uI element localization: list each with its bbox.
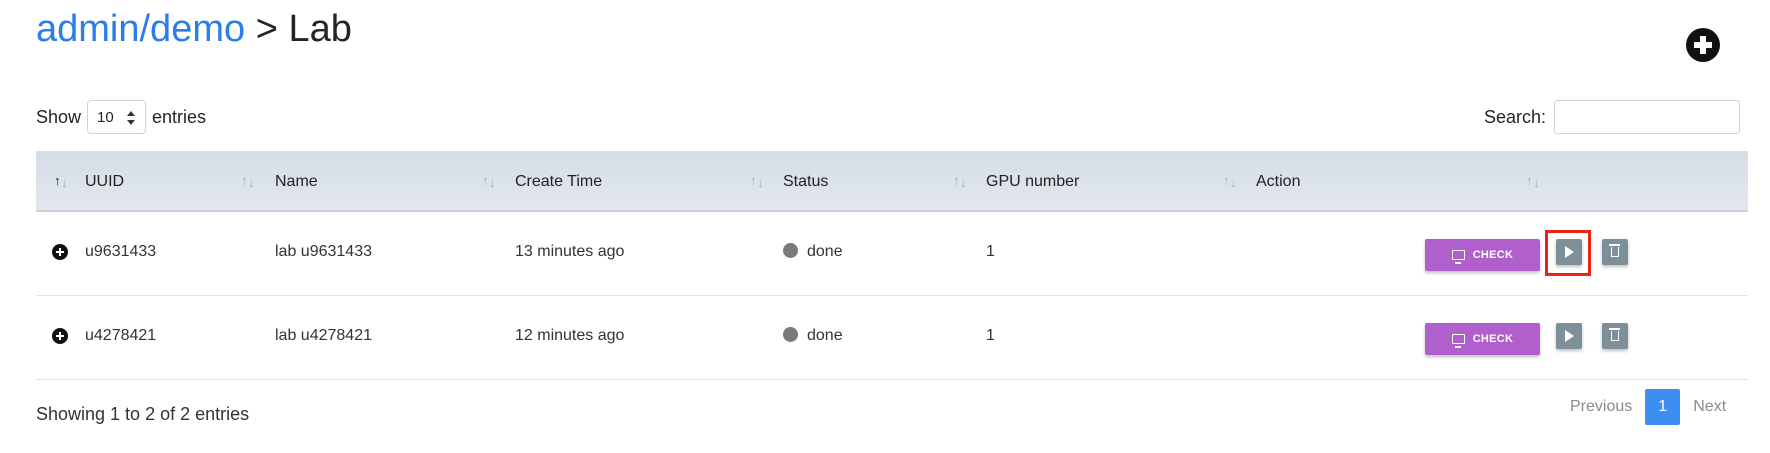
breadcrumb-current: Lab: [288, 8, 352, 50]
status-text: done: [807, 327, 843, 344]
start-button[interactable]: [1556, 323, 1582, 349]
expand-row-icon[interactable]: [52, 244, 68, 260]
table-info: Showing 1 to 2 of 2 entries: [36, 404, 250, 424]
search-label: Search:: [1483, 106, 1546, 127]
column-header-create-time[interactable]: Create Time: [515, 151, 750, 212]
cell-gpu-number: 1: [986, 243, 995, 260]
status-text: done: [807, 243, 843, 260]
cell-gpu-number: 1: [986, 327, 995, 344]
breadcrumb-separator: >: [255, 8, 278, 50]
column-header-status[interactable]: Status: [783, 151, 953, 212]
trash-icon: [1609, 244, 1620, 257]
status-dot-icon: [783, 243, 798, 258]
cell-create-time: 12 minutes ago: [515, 327, 625, 344]
add-lab-button[interactable]: [1686, 28, 1720, 62]
monitor-icon: [1451, 334, 1465, 348]
cell-create-time: 13 minutes ago: [515, 243, 625, 260]
column-label-name: Name: [275, 172, 318, 190]
entries-per-page-select[interactable]: 10: [87, 100, 147, 134]
column-label-status: Status: [783, 172, 829, 190]
column-header-name[interactable]: Name: [275, 151, 480, 212]
table-row: u9631433 lab u9631433 13 minutes ago don…: [36, 212, 1748, 296]
expand-row-icon[interactable]: [52, 328, 68, 344]
breadcrumb-link-admin-demo[interactable]: admin/demo: [36, 8, 245, 50]
check-button-label: CHECK: [1472, 333, 1514, 345]
select-arrows-icon: [127, 111, 136, 125]
entries-label: entries: [152, 106, 207, 127]
page-title: admin/demo > Lab: [36, 6, 352, 52]
check-button-label: CHECK: [1472, 249, 1514, 261]
column-label-action: Action: [1256, 172, 1301, 190]
pagination-page-1[interactable]: 1: [1645, 389, 1681, 425]
sort-icon[interactable]: [953, 173, 969, 191]
entries-per-page-value: 10: [97, 108, 114, 126]
monitor-icon: [1451, 250, 1465, 264]
column-label-create-time: Create Time: [515, 172, 603, 190]
trash-icon: [1609, 328, 1620, 341]
sort-icon[interactable]: [1526, 173, 1542, 191]
delete-button[interactable]: [1602, 323, 1628, 349]
pagination-next[interactable]: Next: [1693, 398, 1726, 416]
pagination-previous[interactable]: Previous: [1570, 398, 1632, 416]
column-label-gpu-number: GPU number: [986, 172, 1080, 190]
cell-uuid: u9631433: [85, 243, 157, 260]
show-label: Show: [36, 106, 82, 127]
start-button[interactable]: [1556, 239, 1582, 265]
table-row: u4278421 lab u4278421 12 minutes ago don…: [36, 296, 1748, 380]
column-header-gpu-number[interactable]: GPU number: [986, 151, 1216, 212]
sort-icon[interactable]: [482, 173, 498, 191]
search-input[interactable]: [1554, 100, 1740, 134]
column-header-action[interactable]: Action: [1256, 151, 1521, 212]
table-header: UUID Name Create Time Status GPU number …: [36, 151, 1748, 212]
cell-status: done: [783, 327, 843, 345]
search-control: Search:: [1484, 100, 1740, 134]
sort-icon[interactable]: [1223, 173, 1239, 191]
status-dot-icon: [783, 327, 798, 342]
cell-status: done: [783, 243, 843, 261]
check-button[interactable]: CHECK: [1425, 239, 1540, 271]
delete-button[interactable]: [1602, 239, 1628, 265]
cell-name: lab u9631433: [275, 243, 372, 260]
entries-length-control: Show 10 entries: [36, 100, 206, 134]
cell-uuid: u4278421: [85, 327, 157, 344]
sort-icon: [54, 173, 70, 191]
pagination: Previous 1 Next: [1570, 389, 1726, 425]
sort-icon[interactable]: [241, 173, 257, 191]
check-button[interactable]: CHECK: [1425, 323, 1540, 355]
cell-name: lab u4278421: [275, 327, 372, 344]
column-header-expand[interactable]: [54, 151, 84, 212]
column-header-uuid[interactable]: UUID: [85, 151, 261, 212]
lab-table: UUID Name Create Time Status GPU number …: [36, 151, 1748, 380]
column-label-uuid: UUID: [85, 172, 125, 190]
sort-icon[interactable]: [750, 173, 766, 191]
